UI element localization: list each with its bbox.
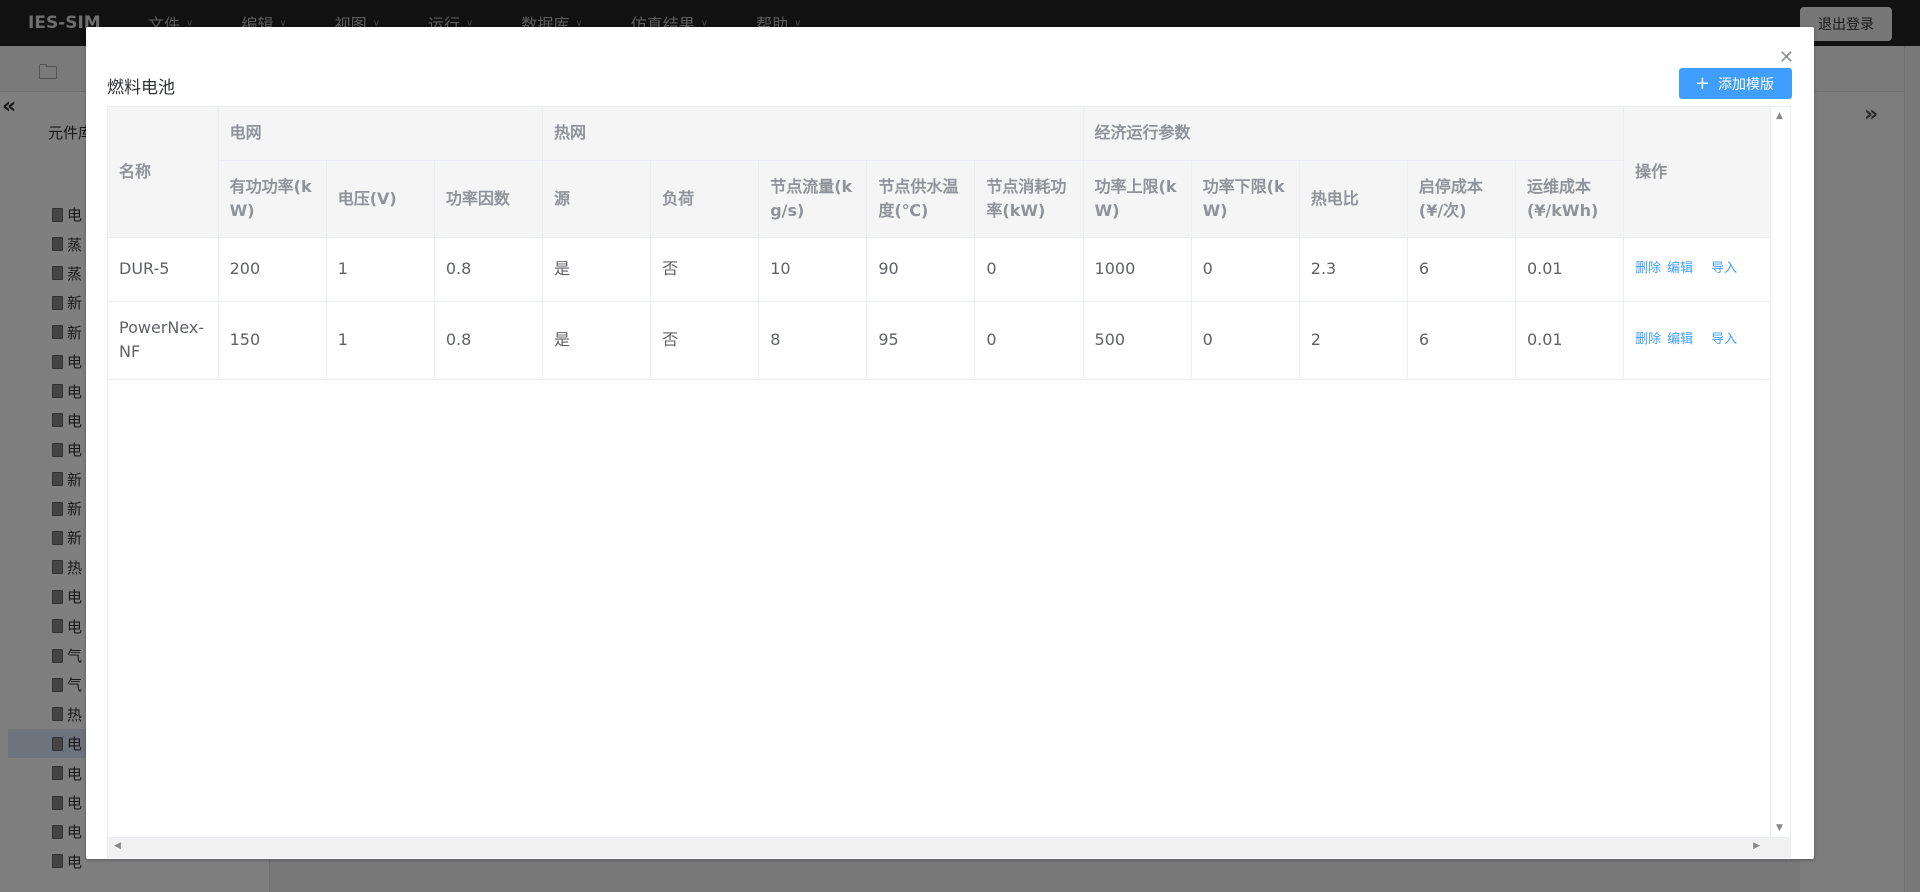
table-cell: 2 [1299, 301, 1408, 380]
table-cell: 90 [866, 237, 976, 302]
plus-icon: + [1694, 72, 1710, 94]
fuel-cell-dialog: 燃料电池 ✕ + 添加模版 名称 电网 热网 经济运行参数 操作 有功功率(kW… [86, 27, 1814, 859]
import-link[interactable]: 导入 [1711, 257, 1737, 281]
delete-link[interactable]: 删除 [1635, 328, 1661, 352]
import-link[interactable]: 导入 [1711, 328, 1737, 352]
table-cell: 0.8 [434, 301, 543, 380]
table-cell: 200 [218, 237, 327, 302]
table-cell: 0 [974, 301, 1084, 380]
column-header: 功率因数 [434, 160, 543, 238]
table-cell: 0.8 [434, 237, 543, 302]
table-cell: 0.01 [1515, 301, 1625, 380]
table-cell: 0 [974, 237, 1084, 302]
table-cell: 否 [650, 301, 760, 380]
table-cell: 否 [650, 237, 760, 302]
column-header: 有功功率(kW) [218, 160, 327, 238]
table-cell: 8 [758, 301, 868, 380]
column-header: 电压(V) [326, 160, 435, 238]
table-cell: 150 [218, 301, 327, 380]
edit-link[interactable]: 编辑 [1667, 328, 1693, 352]
row-actions: 删除 编辑 导入 [1635, 328, 1761, 352]
scroll-down-icon[interactable]: ▼ [1776, 823, 1783, 833]
column-header: 热电比 [1299, 160, 1408, 238]
data-grid: 名称 电网 热网 经济运行参数 操作 有功功率(kW) 电压(V) 功率因数源负荷节… [108, 107, 1772, 380]
row-actions: 删除 编辑 导入 [1635, 257, 1761, 281]
column-header: 功率下限(kW) [1191, 160, 1300, 238]
table-cell: 95 [866, 301, 976, 380]
column-header: 节点消耗功率(kW) [974, 160, 1084, 238]
table-cell: 是 [542, 237, 652, 302]
table-cell: 6 [1407, 301, 1516, 380]
edit-link[interactable]: 编辑 [1667, 257, 1693, 281]
scroll-right-icon[interactable]: ▶ [1753, 841, 1760, 851]
cell-name: PowerNex-NF [108, 301, 219, 380]
column-header: 节点供水温度(℃) [866, 160, 976, 238]
table-cell: 1000 [1083, 237, 1192, 302]
close-icon[interactable]: ✕ [1779, 47, 1794, 68]
add-template-button[interactable]: + 添加模版 [1678, 68, 1792, 99]
scroll-up-icon[interactable]: ▲ [1776, 111, 1783, 121]
column-header: 源 [542, 160, 652, 238]
dialog-title: 燃料电池 [107, 78, 175, 98]
table-cell: 是 [542, 301, 652, 380]
column-header: 启停成本(¥/次) [1407, 160, 1516, 238]
column-header: 节点流量(kg/s) [758, 160, 868, 238]
header-name: 名称 [108, 107, 219, 238]
column-header: 功率上限(kW) [1083, 160, 1192, 238]
column-header: 运维成本(¥/kWh) [1515, 160, 1625, 238]
table-cell: 1 [326, 237, 435, 302]
column-header: 负荷 [650, 160, 760, 238]
add-template-label: 添加模版 [1718, 76, 1774, 93]
cell-actions: 删除 编辑 导入 [1623, 301, 1772, 380]
table-cell: 2.3 [1299, 237, 1408, 302]
delete-link[interactable]: 删除 [1635, 257, 1661, 281]
table-row: PowerNex-NF 150 1 0.8 是否 8 95 0 500 0 2 6 0.01 删除 编辑 导入 [108, 301, 1772, 380]
table-cell: 500 [1083, 301, 1192, 380]
table-horizontal-scrollbar[interactable]: ◀ ▶ [108, 837, 1790, 857]
table-cell: 0 [1191, 301, 1300, 380]
table-cell: 6 [1407, 237, 1516, 302]
header-group-grid: 电网 [218, 107, 543, 161]
table-cell: 0.01 [1515, 237, 1625, 302]
cell-actions: 删除 编辑 导入 [1623, 237, 1772, 302]
table-cell: 10 [758, 237, 868, 302]
table-row: DUR-5 200 1 0.8 是否 10 90 0 1000 0 2.3 6 0.01 删除 编辑 导入 [108, 237, 1772, 302]
scroll-left-icon[interactable]: ◀ [114, 841, 121, 851]
header-group-heat: 热网 [542, 107, 1084, 161]
table-cell: 0 [1191, 237, 1300, 302]
header-ops: 操作 [1623, 107, 1772, 238]
table-vertical-scrollbar[interactable]: ▲ ▼ [1770, 107, 1790, 837]
cell-name: DUR-5 [108, 237, 219, 302]
header-group-econ: 经济运行参数 [1083, 107, 1625, 161]
table-cell: 1 [326, 301, 435, 380]
template-table: 名称 电网 热网 经济运行参数 操作 有功功率(kW) 电压(V) 功率因数源负荷节… [107, 106, 1791, 858]
